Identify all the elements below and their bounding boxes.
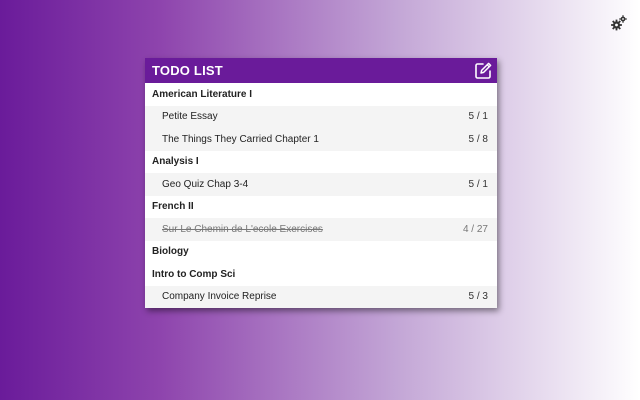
- course-name: Analysis I: [152, 156, 199, 168]
- course-header[interactable]: Intro to Comp Sci: [145, 263, 497, 286]
- edit-pencil-icon[interactable]: [473, 61, 493, 81]
- task-grade: 5 / 1: [468, 111, 488, 123]
- task-grade: 5 / 8: [468, 133, 488, 145]
- settings-gears-icon[interactable]: [610, 14, 628, 32]
- task-name: The Things They Carried Chapter 1: [162, 133, 319, 145]
- course-name: French II: [152, 201, 194, 213]
- task-grade: 5 / 1: [468, 178, 488, 190]
- task-grade: 4 / 27: [462, 223, 488, 235]
- task-grade: 5 / 3: [468, 291, 488, 303]
- course-header[interactable]: French II: [145, 195, 497, 218]
- task-row[interactable]: Geo Quiz Chap 3-4 5 / 1: [145, 173, 497, 196]
- task-name: Geo Quiz Chap 3-4: [162, 178, 249, 190]
- task-row-completed[interactable]: Sur Le Chemin de L'ecole Exercises 4 / 2…: [145, 218, 497, 241]
- todo-title: TODO LIST: [152, 63, 223, 78]
- task-row[interactable]: The Things They Carried Chapter 1 5 / 8: [145, 128, 497, 151]
- todo-header: TODO LIST: [145, 58, 497, 83]
- course-name: Intro to Comp Sci: [152, 268, 236, 280]
- task-name: Petite Essay: [162, 111, 218, 123]
- task-row[interactable]: Company Invoice Reprise 5 / 3: [145, 285, 497, 308]
- todo-body: American Literature I Petite Essay 5 / 1…: [145, 83, 497, 308]
- todo-list-card: TODO LIST American Literature I Petite E…: [145, 58, 497, 308]
- course-header[interactable]: Biology: [145, 240, 497, 263]
- course-name: Biology: [152, 246, 189, 258]
- course-header[interactable]: American Literature I: [145, 83, 497, 106]
- course-header[interactable]: Analysis I: [145, 150, 497, 173]
- task-row[interactable]: Petite Essay 5 / 1: [145, 105, 497, 128]
- course-name: American Literature I: [152, 88, 253, 100]
- task-name: Sur Le Chemin de L'ecole Exercises: [162, 223, 323, 235]
- task-name: Company Invoice Reprise: [162, 291, 277, 303]
